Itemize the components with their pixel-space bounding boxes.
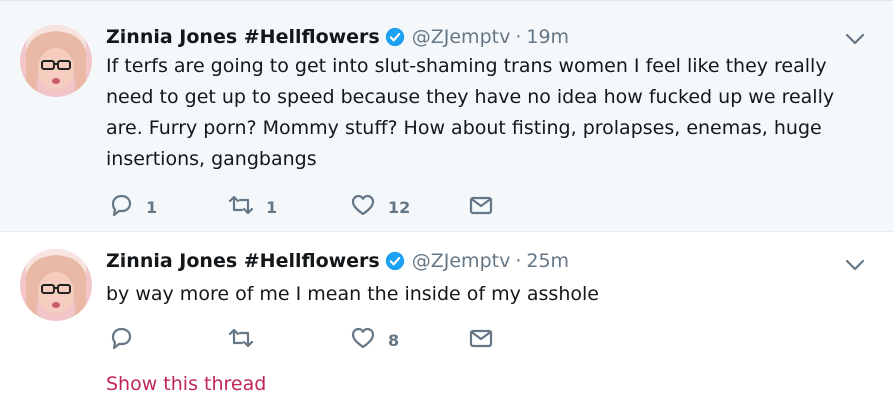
reply-icon xyxy=(108,325,134,355)
direct-message-button[interactable] xyxy=(468,192,494,222)
retweet-count: 1 xyxy=(266,197,278,217)
direct-message-button[interactable] xyxy=(468,325,494,355)
like-icon xyxy=(350,192,376,222)
tweet-text: If terfs are going to get into slut-sham… xyxy=(106,55,835,170)
direct-message-icon xyxy=(468,325,494,355)
separator: · xyxy=(515,250,522,272)
retweet-icon xyxy=(228,192,254,222)
tweet-header: Zinnia Jones #Hellflowers @ZJemptv · 19m xyxy=(106,24,569,50)
display-name[interactable]: Zinnia Jones #Hellflowers xyxy=(106,250,380,272)
tweet[interactable]: Zinnia Jones #Hellflowers @ZJemptv · 19m… xyxy=(0,0,893,232)
username[interactable]: @ZJemptv xyxy=(412,26,511,48)
avatar[interactable] xyxy=(20,249,92,321)
verified-badge-icon xyxy=(385,27,405,47)
reply-button[interactable] xyxy=(108,325,146,355)
avatar[interactable] xyxy=(20,25,92,97)
display-name[interactable]: Zinnia Jones #Hellflowers xyxy=(106,26,380,48)
like-icon xyxy=(350,325,376,355)
timestamp[interactable]: 19m xyxy=(526,26,569,48)
retweet-button[interactable]: 1 xyxy=(228,192,277,222)
like-button[interactable]: 8 xyxy=(350,325,399,355)
separator: · xyxy=(515,26,522,48)
tweet-header: Zinnia Jones #Hellflowers @ZJemptv · 25m xyxy=(106,248,569,274)
like-count: 12 xyxy=(388,197,411,217)
reply-button[interactable]: 1 xyxy=(108,192,157,222)
tweet[interactable]: Zinnia Jones #Hellflowers @ZJemptv · 25m… xyxy=(0,232,893,411)
show-thread-link[interactable]: Show this thread xyxy=(106,373,266,395)
retweet-icon xyxy=(228,325,254,355)
chevron-down-icon[interactable] xyxy=(845,257,865,271)
like-button[interactable]: 12 xyxy=(350,192,410,222)
chevron-down-icon[interactable] xyxy=(845,31,865,45)
reply-count: 1 xyxy=(146,197,158,217)
reply-icon xyxy=(108,192,134,222)
username[interactable]: @ZJemptv xyxy=(412,250,511,272)
timestamp[interactable]: 25m xyxy=(526,250,569,272)
direct-message-icon xyxy=(468,192,494,222)
tweet-text: by way more of me I mean the inside of m… xyxy=(106,283,599,305)
like-count: 8 xyxy=(388,330,400,350)
retweet-button[interactable] xyxy=(228,325,266,355)
verified-badge-icon xyxy=(385,251,405,271)
